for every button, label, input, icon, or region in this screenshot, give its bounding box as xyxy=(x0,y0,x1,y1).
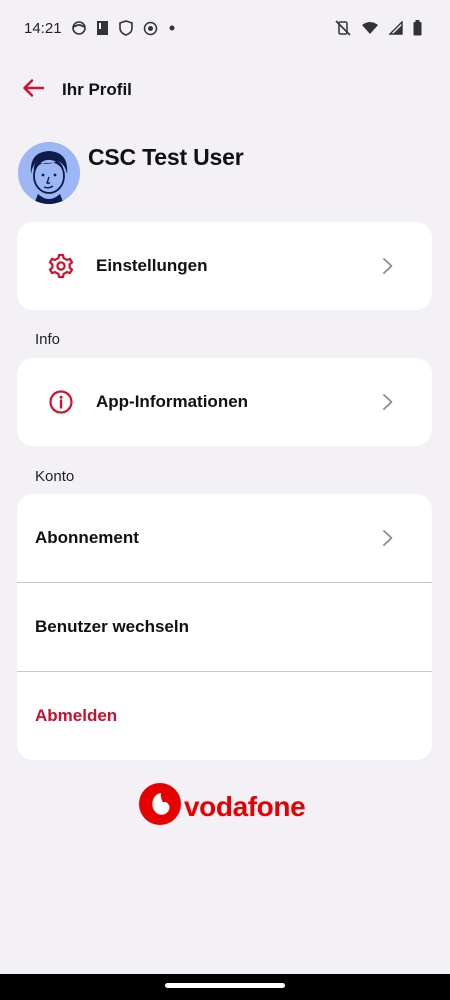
user-name: CSC Test User xyxy=(88,144,244,170)
switch-user-label: Benutzer wechseln xyxy=(35,617,189,636)
gear-icon xyxy=(48,253,74,279)
vibrate-off-icon xyxy=(335,20,351,36)
logo-text: vodafone xyxy=(184,790,306,822)
section-title-info: Info xyxy=(35,331,61,348)
back-button[interactable] xyxy=(18,75,48,105)
chevron-right-icon xyxy=(382,393,394,411)
subscription-label: Abonnement xyxy=(35,528,139,547)
wifi-icon xyxy=(361,21,379,35)
status-left: 14:21 xyxy=(24,20,176,37)
top-app-bar: Ihr Profil xyxy=(0,68,450,112)
settings-row[interactable]: Einstellungen xyxy=(17,222,432,310)
status-bar: 14:21 xyxy=(0,0,450,56)
home-handle[interactable] xyxy=(165,983,285,988)
subscription-row[interactable]: Abonnement xyxy=(17,494,432,582)
settings-label: Einstellungen xyxy=(96,256,208,275)
record-icon xyxy=(143,21,158,36)
face-icon xyxy=(71,21,86,35)
battery-icon xyxy=(413,20,422,36)
status-time: 14:21 xyxy=(24,19,62,37)
chevron-right-icon xyxy=(382,529,394,547)
signal-icon xyxy=(389,21,403,35)
status-right xyxy=(335,20,422,36)
settings-card: Einstellungen xyxy=(17,222,432,310)
info-card: App-Informationen xyxy=(17,358,432,446)
shield-icon xyxy=(118,20,133,36)
phone-tag-icon xyxy=(96,20,109,36)
app-info-row[interactable]: App-Informationen xyxy=(17,358,432,446)
arrow-left-icon xyxy=(22,78,45,102)
info-icon xyxy=(48,389,74,415)
avatar[interactable] xyxy=(18,142,80,204)
vodafone-speechmark-icon xyxy=(139,783,181,830)
dot-icon xyxy=(168,24,176,32)
account-card: Abonnement Benutzer wechseln Abmelden xyxy=(17,494,432,760)
logout-label: Abmelden xyxy=(35,706,118,725)
vodafone-logo: vodafone xyxy=(139,783,306,830)
profile-header: CSC Test User xyxy=(18,142,244,204)
switch-user-row[interactable]: Benutzer wechseln xyxy=(17,583,432,671)
app-info-label: App-Informationen xyxy=(96,392,249,411)
section-title-konto: Konto xyxy=(35,468,75,485)
page-title: Ihr Profil xyxy=(62,80,132,99)
navigation-bar xyxy=(0,974,450,1000)
chevron-right-icon xyxy=(382,257,394,275)
logout-row[interactable]: Abmelden xyxy=(17,672,432,760)
